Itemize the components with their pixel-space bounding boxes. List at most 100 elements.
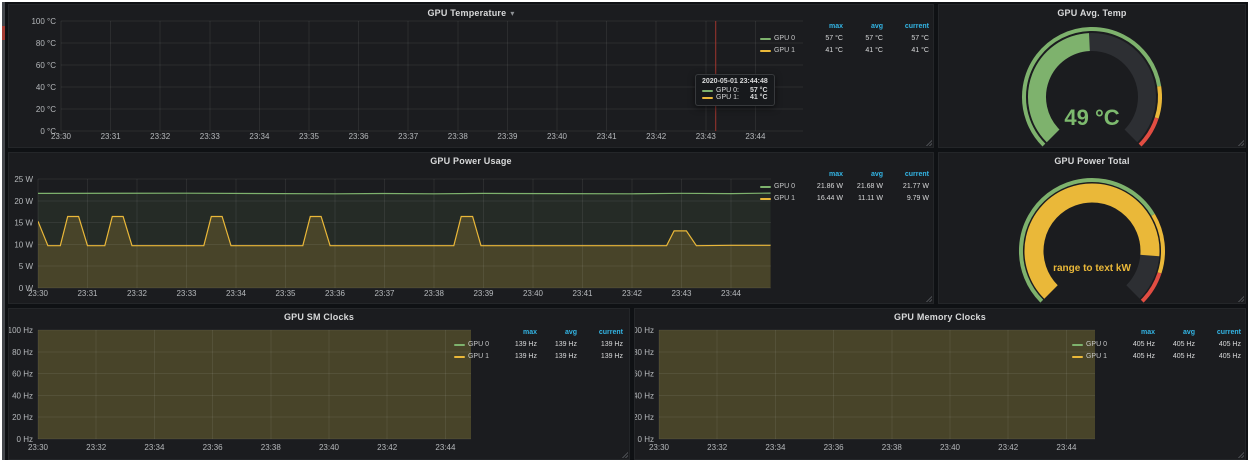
legend-value: 41 °C: [805, 45, 843, 57]
svg-text:23:37: 23:37: [398, 132, 419, 141]
svg-text:23:41: 23:41: [597, 132, 618, 141]
legend-header-max[interactable]: max: [499, 327, 537, 339]
svg-text:80 °C: 80 °C: [36, 39, 56, 48]
svg-text:60 Hz: 60 Hz: [12, 370, 33, 379]
panel-title-gpu-power-total[interactable]: GPU Power Total: [939, 156, 1245, 166]
legend-value: 21.77 W: [885, 181, 929, 193]
legend-header-current[interactable]: current: [885, 169, 929, 181]
legend-header-avg[interactable]: avg: [539, 327, 577, 339]
svg-text:23:40: 23:40: [547, 132, 568, 141]
legend-value: 57 °C: [885, 33, 929, 45]
svg-text:5 W: 5 W: [19, 262, 34, 271]
series-color-dash: [760, 38, 771, 40]
panel-resize-handle[interactable]: [1237, 451, 1244, 458]
legend-value: 405 Hz: [1117, 339, 1155, 351]
tooltip-timestamp: 2020-05-01 23:44:48: [702, 78, 768, 85]
svg-text:40 °C: 40 °C: [36, 83, 56, 92]
gauge-value: 49 °C: [939, 105, 1245, 131]
screenshot-frame: GPU Temperature▾ 0 °C20 °C40 °C60 °C80 °…: [0, 0, 1250, 462]
svg-text:23:40: 23:40: [940, 443, 961, 452]
series-color-dash: [760, 186, 771, 188]
svg-text:23:38: 23:38: [261, 443, 282, 452]
legend-series-gpu1[interactable]: GPU 1: [760, 193, 803, 205]
svg-text:23:40: 23:40: [523, 289, 544, 298]
panel-title-gpu-temperature[interactable]: GPU Temperature▾: [9, 8, 933, 18]
svg-text:23:44: 23:44: [1056, 443, 1077, 452]
panel-resize-handle[interactable]: [621, 451, 628, 458]
svg-text:40 Hz: 40 Hz: [12, 391, 33, 400]
svg-text:23:34: 23:34: [144, 443, 165, 452]
legend-header-max[interactable]: max: [805, 21, 843, 33]
legend-value: 139 Hz: [499, 339, 537, 351]
legend-value: 16.44 W: [805, 193, 843, 205]
svg-text:23:38: 23:38: [882, 443, 903, 452]
panel-resize-handle[interactable]: [1237, 139, 1244, 146]
svg-text:23:33: 23:33: [176, 289, 197, 298]
tooltip-row-gpu1: GPU 1: 41 °C: [702, 94, 768, 101]
series-color-dash: [760, 50, 771, 52]
svg-text:20 Hz: 20 Hz: [635, 413, 654, 422]
legend-header-current[interactable]: current: [1197, 327, 1241, 339]
grafana-dashboard: GPU Temperature▾ 0 °C20 °C40 °C60 °C80 °…: [2, 2, 1248, 460]
svg-text:23:30: 23:30: [649, 443, 670, 452]
panel-resize-handle[interactable]: [1237, 295, 1244, 302]
legend-value: 405 Hz: [1157, 351, 1195, 363]
svg-text:23:41: 23:41: [572, 289, 593, 298]
legend-header-avg[interactable]: avg: [845, 21, 883, 33]
legend-header-current[interactable]: current: [885, 21, 929, 33]
legend-value: 21.68 W: [845, 181, 883, 193]
svg-text:23:42: 23:42: [646, 132, 667, 141]
svg-text:23:38: 23:38: [448, 132, 469, 141]
svg-text:23:39: 23:39: [473, 289, 494, 298]
svg-text:40 Hz: 40 Hz: [635, 391, 654, 400]
legend-value: 139 Hz: [539, 351, 577, 363]
svg-text:60 °C: 60 °C: [36, 61, 56, 70]
legend-series-gpu0[interactable]: GPU 0: [454, 339, 497, 351]
legend-value: 57 °C: [805, 33, 843, 45]
panel-gpu-memory-clocks: GPU Memory Clocks 0 Hz20 Hz40 Hz60 Hz80 …: [634, 308, 1246, 460]
legend-header-max[interactable]: max: [805, 169, 843, 181]
svg-text:10 W: 10 W: [14, 240, 33, 249]
legend-series-gpu0[interactable]: GPU 0: [760, 33, 803, 45]
panel-title-gpu-sm-clocks[interactable]: GPU SM Clocks: [9, 312, 629, 322]
svg-text:23:43: 23:43: [671, 289, 692, 298]
panel-gpu-avg-temp: GPU Avg. Temp 49 °C: [938, 4, 1246, 148]
svg-text:60 Hz: 60 Hz: [635, 370, 654, 379]
gauge-value: range to text kW: [939, 263, 1245, 274]
legend-header-avg[interactable]: avg: [845, 169, 883, 181]
svg-text:23:37: 23:37: [374, 289, 395, 298]
svg-text:23:30: 23:30: [28, 289, 49, 298]
legend-value: 11.11 W: [845, 193, 883, 205]
svg-text:15 W: 15 W: [14, 219, 33, 228]
svg-text:23:42: 23:42: [377, 443, 398, 452]
legend-header-max[interactable]: max: [1117, 327, 1155, 339]
svg-text:23:44: 23:44: [745, 132, 766, 141]
series-color-dash: [454, 356, 465, 358]
legend-table-temperature: max avg current GPU 0 57 °C 57 °C 57 °C …: [760, 21, 929, 57]
legend-header-avg[interactable]: avg: [1157, 327, 1195, 339]
panel-title-gpu-power-usage[interactable]: GPU Power Usage: [9, 156, 933, 166]
panel-resize-handle[interactable]: [925, 295, 932, 302]
legend-header-current[interactable]: current: [579, 327, 623, 339]
svg-text:23:36: 23:36: [203, 443, 224, 452]
svg-text:23:36: 23:36: [349, 132, 370, 141]
panel-title-gpu-memory-clocks[interactable]: GPU Memory Clocks: [635, 312, 1245, 322]
panel-gpu-power-usage: GPU Power Usage 0 W5 W10 W15 W20 W25 W23…: [8, 152, 934, 304]
legend-series-gpu1[interactable]: GPU 1: [454, 351, 497, 363]
panel-title-gpu-avg-temp[interactable]: GPU Avg. Temp: [939, 8, 1245, 18]
legend-series-gpu1[interactable]: GPU 1: [1072, 351, 1115, 363]
legend-series-gpu0[interactable]: GPU 0: [1072, 339, 1115, 351]
series-color-dash: [1072, 356, 1083, 358]
chevron-down-icon[interactable]: ▾: [510, 9, 514, 18]
legend-value: 9.79 W: [885, 193, 929, 205]
legend-value: 405 Hz: [1197, 339, 1241, 351]
legend-value: 139 Hz: [579, 351, 623, 363]
panel-resize-handle[interactable]: [925, 139, 932, 146]
legend-value: 405 Hz: [1157, 339, 1195, 351]
svg-text:23:31: 23:31: [77, 289, 98, 298]
svg-text:20 °C: 20 °C: [36, 105, 56, 114]
legend-series-gpu1[interactable]: GPU 1: [760, 45, 803, 57]
legend-series-gpu0[interactable]: GPU 0: [760, 181, 803, 193]
svg-text:100 Hz: 100 Hz: [635, 326, 654, 335]
chart-tooltip: 2020-05-01 23:44:48 GPU 0: 57 °C GPU 1: …: [695, 74, 775, 106]
